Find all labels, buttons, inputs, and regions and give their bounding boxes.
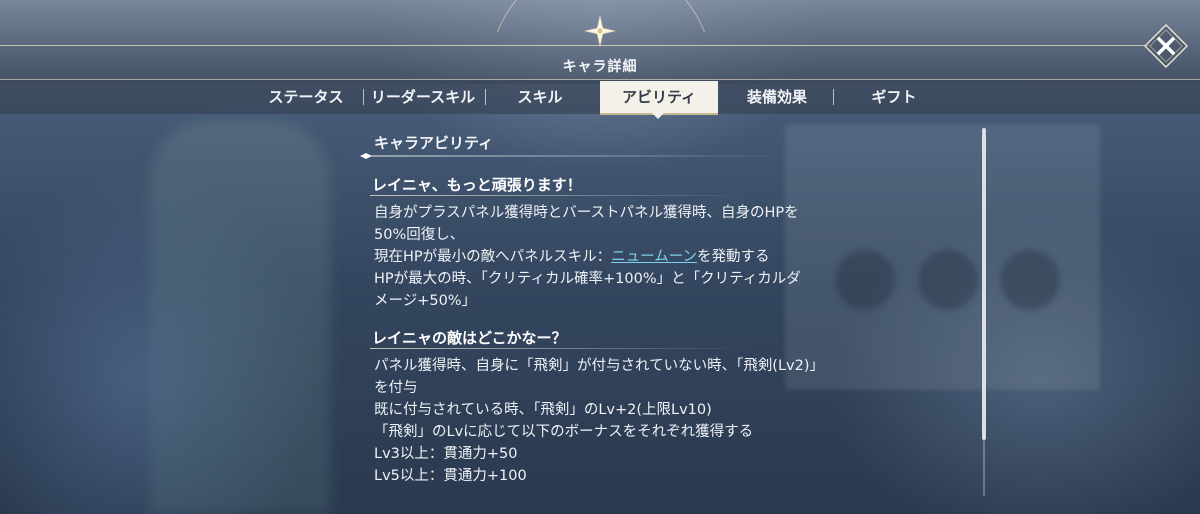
ability-text-line: を付与 [374,380,418,396]
ability-underline [370,195,750,196]
header-divider [0,45,1150,46]
ability-text-line: 既に付与されている時、「飛剣」のLv+2(上限Lv10) [374,402,712,418]
ability-text-line: Lv3以上：貫通力+50 [374,446,518,462]
tab-ability[interactable]: アビリティ [600,81,718,115]
ability-text-line: 自身がプラスパネル獲得時とバーストパネル獲得時、自身のHPを [374,205,799,221]
skill-link-new-moon[interactable]: ニュームーン [611,249,697,265]
ability-text-line: パネル獲得時、自身に「飛剣」が付与されていない時、「飛剣(Lv2)」 [374,358,825,374]
ability-underline [370,348,750,349]
ability-description: 自身がプラスパネル獲得時とバーストパネル獲得時、自身のHPを 50%回復し、 現… [374,202,854,312]
ability-text-fragment: を発動する [697,249,770,265]
ability-text-line: HPが最大の時、「クリティカル確率+100%」と「クリティカルダ [374,271,801,287]
background-icon [1000,250,1060,310]
scrollbar-thumb[interactable] [982,128,986,440]
background-character-silhouette [150,120,330,514]
compass-star-icon [584,15,616,47]
tab-divider [363,89,364,105]
tab-skill[interactable]: スキル [500,80,580,114]
ability-name: レイニャの敵はどこかなー？ [372,329,567,347]
section-title: キャラアビリティ [374,134,494,152]
ability-description: パネル獲得時、自身に「飛剣」が付与されていない時、「飛剣(Lv2)」 を付与 既… [374,355,854,487]
tab-gift[interactable]: ギフト [856,80,932,114]
tab-leader-skill[interactable]: リーダースキル [366,80,480,114]
ability-text-fragment: 現在HPが最小の敵へパネルスキル： [374,249,612,265]
ability-text-line: Lv5以上：貫通力+100 [374,468,527,484]
ability-content-panel[interactable]: キャラアビリティ レイニャ、もっと頑張ります！ 自身がプラスパネル獲得時とバース… [360,114,980,514]
close-button[interactable] [1144,24,1188,68]
ability-text-line: メージ+50%」 [374,293,477,309]
ability-name: レイニャ、もっと頑張ります！ [372,176,582,194]
tab-bar: ステータス リーダースキル スキル アビリティ 装備効果 ギフト [0,80,1200,115]
tab-divider [833,89,834,105]
section-divider [360,153,790,159]
tab-equipment-effect[interactable]: 装備効果 [735,80,819,114]
tab-divider [485,89,486,105]
header-bar: キャラ詳細 [0,0,1200,84]
tab-status[interactable]: ステータス [258,80,354,114]
page-title: キャラ詳細 [562,59,638,75]
ability-text-line: 現在HPが最小の敵へパネルスキル：ニュームーンを発動する [374,246,854,268]
ability-text-line: 「飛剣」のLvに応じて以下のボーナスをそれぞれ獲得する [374,424,754,440]
ability-text-line: 50%回復し、 [374,227,465,243]
